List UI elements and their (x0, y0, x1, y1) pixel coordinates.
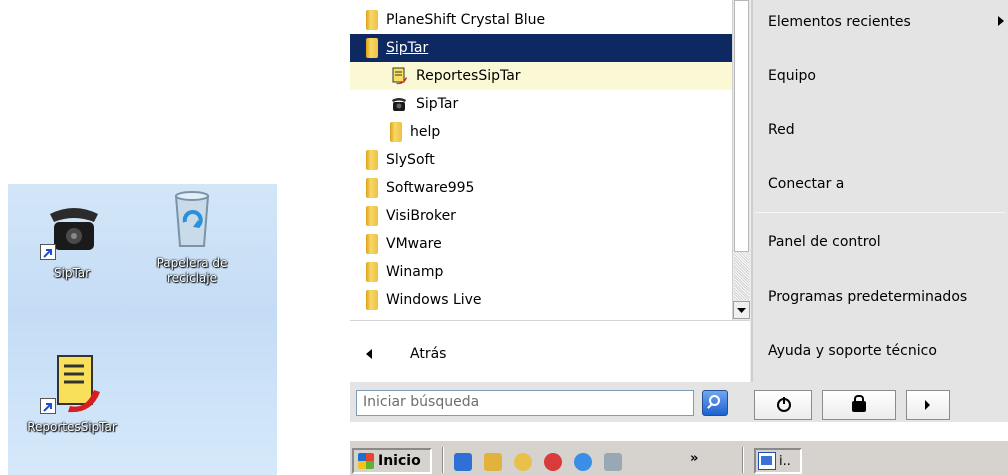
desktop-icon-label: Papelera de reciclaje (156, 256, 228, 285)
power-icon (777, 397, 791, 412)
right-item-network[interactable]: Red (768, 122, 795, 138)
shortcut-arrow-icon (40, 244, 56, 260)
desktop-icon-label: ReportesSipTar (27, 420, 117, 434)
desktop-icon-recycle-bin[interactable]: Papelera de reciclaje (140, 186, 244, 286)
program-label: Software995 (386, 180, 475, 196)
taskbar-button-word[interactable]: i.. (754, 448, 802, 474)
program-item-siptar-app[interactable]: SipTar (350, 90, 732, 118)
search-button[interactable] (702, 390, 728, 416)
program-list: PlaneShift Crystal Blue SipTar ReportesS… (350, 0, 732, 320)
right-item-computer[interactable]: Equipo (768, 68, 816, 84)
program-list-scrollbar[interactable] (732, 0, 750, 320)
start-menu-right-panel: Elementos recientes Equipo Red Conectar … (753, 0, 1008, 382)
program-label: Winamp (386, 264, 444, 280)
desktop-icon-reportes[interactable]: ReportesSipTar (20, 350, 124, 435)
lock-button[interactable] (822, 390, 896, 420)
folder-icon (366, 262, 378, 282)
quicklaunch-overflow-button[interactable]: » (690, 451, 698, 466)
back-button[interactable]: Atrás (350, 336, 750, 372)
task-label: i.. (779, 453, 791, 469)
back-arrow-icon (366, 349, 372, 359)
right-item-connect[interactable]: Conectar a (768, 176, 844, 192)
shortcut-arrow-icon (40, 398, 56, 414)
start-menu-left-panel: PlaneShift Crystal Blue SipTar ReportesS… (350, 0, 750, 382)
report-icon (390, 67, 408, 85)
folder-icon (390, 122, 402, 142)
divider (755, 212, 1005, 213)
right-item-control-panel[interactable]: Panel de control (768, 234, 881, 250)
divider (350, 320, 750, 321)
shutdown-options-button[interactable] (906, 390, 950, 420)
divider (442, 447, 444, 473)
search-input[interactable]: Iniciar búsqueda (356, 390, 694, 416)
recycle-bin-icon (160, 186, 224, 250)
word-document-icon (758, 452, 776, 470)
scrollbar-track[interactable] (734, 252, 749, 300)
program-item-planeshift[interactable]: PlaneShift Crystal Blue (350, 6, 732, 34)
program-item-help[interactable]: help (350, 118, 732, 146)
desktop: SipTar Papelera de reciclaje ReportesSip… (8, 184, 277, 475)
program-label: ReportesSipTar (416, 68, 521, 84)
start-menu-bottom-bar: Iniciar búsqueda (350, 382, 1008, 422)
scrollbar-thumb[interactable] (734, 0, 749, 252)
program-item-vmware[interactable]: VMware (350, 230, 732, 258)
desktop-icon-siptar[interactable]: SipTar (20, 196, 124, 281)
show-desktop-icon[interactable] (454, 453, 472, 471)
folder-icon (366, 178, 378, 198)
report-icon (40, 350, 104, 414)
folder-icon (366, 38, 378, 58)
folder-icon (366, 150, 378, 170)
program-label: SlySoft (386, 152, 435, 168)
folder-icon (366, 290, 378, 310)
scroll-down-button[interactable] (733, 301, 750, 319)
chevron-down-icon (737, 308, 746, 313)
power-button[interactable] (754, 390, 812, 420)
program-item-winamp[interactable]: Winamp (350, 258, 732, 286)
start-label: Inicio (378, 453, 421, 469)
phone-icon (40, 196, 104, 260)
quicklaunch-network-icon[interactable] (514, 453, 532, 471)
program-item-reportessiptar[interactable]: ReportesSipTar (350, 62, 732, 90)
program-item-windows-live[interactable]: Windows Live (350, 286, 732, 314)
program-item-siptar-folder[interactable]: SipTar (350, 34, 732, 62)
program-item-visibroker[interactable]: VisiBroker (350, 202, 732, 230)
folder-icon (366, 10, 378, 30)
submenu-arrow-icon (998, 16, 1004, 26)
right-item-help[interactable]: Ayuda y soporte técnico (768, 343, 937, 359)
phone-icon (390, 95, 408, 113)
program-label: Windows Live (386, 292, 482, 308)
quicklaunch-app-icon[interactable] (604, 453, 622, 471)
quicklaunch-opera-icon[interactable] (544, 453, 562, 471)
folder-icon (366, 206, 378, 226)
taskbar: Inicio » i.. (350, 440, 1008, 475)
windows-logo-icon (358, 453, 374, 469)
quicklaunch-pen-icon[interactable] (484, 453, 502, 471)
program-label: SipTar (416, 96, 459, 112)
program-item-software995[interactable]: Software995 (350, 174, 732, 202)
program-label: PlaneShift Crystal Blue (386, 12, 546, 28)
program-label: VMware (386, 236, 442, 252)
internet-explorer-icon[interactable] (574, 453, 592, 471)
lock-icon (852, 395, 866, 412)
right-item-default-programs[interactable]: Programas predeterminados (768, 289, 967, 305)
program-label: VisiBroker (386, 208, 456, 224)
program-label: help (410, 124, 441, 140)
start-button[interactable]: Inicio (352, 448, 432, 474)
divider (742, 447, 744, 473)
folder-icon (366, 234, 378, 254)
program-label: SipTar (386, 40, 429, 56)
back-label: Atrás (410, 346, 447, 362)
right-item-recent[interactable]: Elementos recientes (768, 14, 911, 30)
chevron-right-icon (925, 400, 930, 410)
program-item-slysoft[interactable]: SlySoft (350, 146, 732, 174)
desktop-icon-label: SipTar (53, 266, 91, 280)
